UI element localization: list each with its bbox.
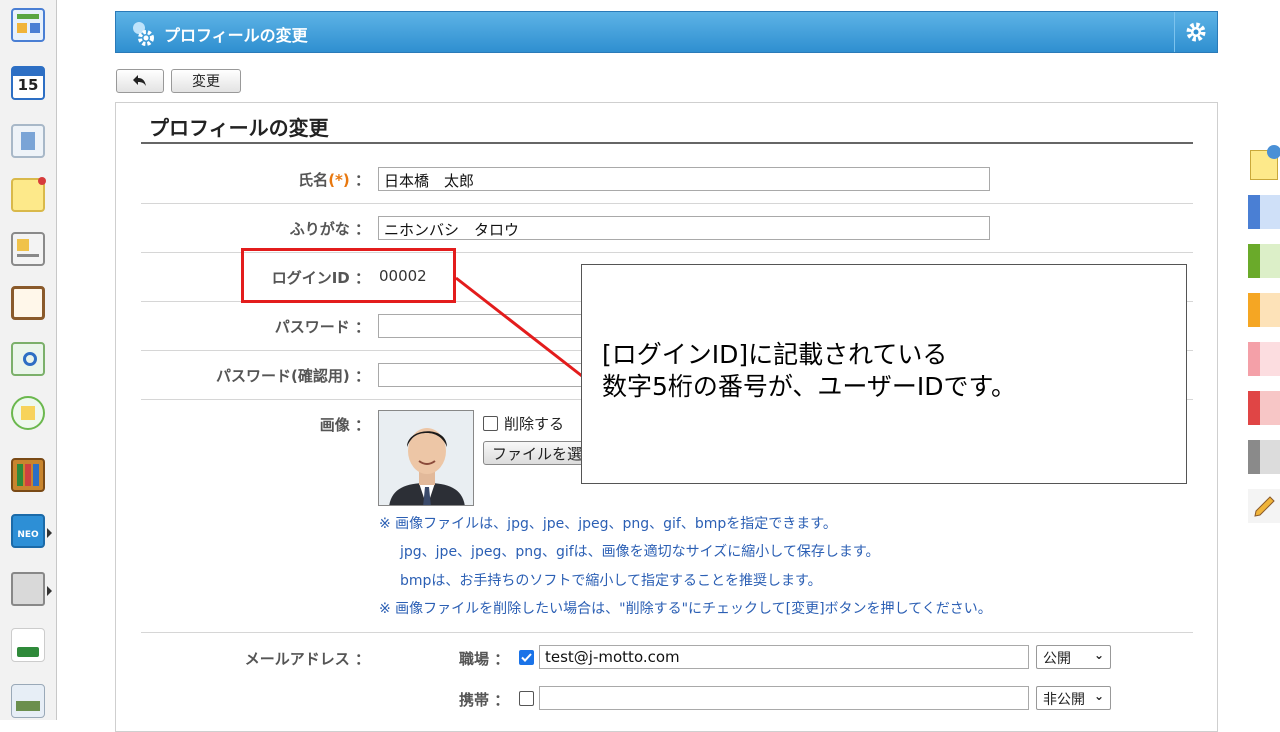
tanomeru-icon[interactable] xyxy=(11,628,45,662)
mobile-email-colon: ： xyxy=(494,691,510,709)
image-label: 画像 ： xyxy=(150,414,370,435)
email-label-text: メールアドレス xyxy=(244,650,350,668)
color-swatch-gray[interactable] xyxy=(1248,440,1280,474)
clipboard-icon[interactable] xyxy=(11,286,45,320)
color-swatch-green[interactable] xyxy=(1248,244,1280,278)
mobile-email-input[interactable] xyxy=(539,686,1029,710)
work-email-label: 職場 ： xyxy=(459,648,509,669)
title-divider xyxy=(141,142,1193,144)
furigana-colon: ： xyxy=(354,220,370,238)
bulletin-icon[interactable] xyxy=(11,232,45,266)
neo-label: NEO xyxy=(17,530,39,540)
app-sidebar: 15 NEO xyxy=(0,0,57,720)
email-label: メールアドレス ： xyxy=(150,648,370,669)
required-mark: (*) xyxy=(328,171,350,189)
delete-image-label: 削除する xyxy=(504,415,565,433)
chevron-down-icon: ⌄ xyxy=(1093,689,1104,703)
name-label-text: 氏名 xyxy=(298,171,329,189)
image-colon: ： xyxy=(354,416,370,434)
name-input[interactable]: 日本橋 太郎 xyxy=(378,167,990,191)
survey-icon[interactable] xyxy=(11,342,45,376)
name-label: 氏名(*) ： xyxy=(150,169,370,190)
neo-icon[interactable]: NEO xyxy=(11,514,52,548)
work-email-visibility-value: 公開 xyxy=(1043,651,1071,667)
portal-icon[interactable] xyxy=(11,8,45,42)
mobile-email-visibility-select[interactable]: 非公開 ⌄ xyxy=(1036,686,1111,710)
work-email-visibility-select[interactable]: 公開 ⌄ xyxy=(1036,645,1111,669)
mobile-email-checkbox[interactable] xyxy=(519,691,534,706)
password-label: パスワード ： xyxy=(150,316,370,337)
password-confirm-colon: ： xyxy=(354,367,370,385)
work-email-checkbox[interactable] xyxy=(519,650,534,665)
workflow-icon[interactable] xyxy=(11,396,45,430)
color-swatch-orange[interactable] xyxy=(1248,293,1280,327)
callout-line-2: 数字5桁の番号が、ユーザーIDです。 xyxy=(602,372,1017,401)
callout-text: [ログインID]に記載されている 数字5桁の番号が、ユーザーIDです。 xyxy=(602,339,1016,403)
header-title: プロフィールの変更 xyxy=(164,26,308,45)
news-icon[interactable] xyxy=(11,684,45,718)
right-palette xyxy=(1240,0,1280,720)
furigana-label-text: ふりがな xyxy=(289,220,350,238)
image-note: jpg、jpe、jpeg、png、gifは、画像を適切なサイズに縮小して保存しま… xyxy=(400,544,880,560)
mobile-email-label: 携帯 ： xyxy=(459,689,509,710)
email-colon: ： xyxy=(354,650,370,668)
row-divider xyxy=(141,632,1193,633)
pencil-icon[interactable] xyxy=(1248,489,1280,523)
calendar-day: 15 xyxy=(17,76,39,94)
delete-image-checkbox[interactable] xyxy=(483,416,498,431)
page-header: プロフィールの変更 xyxy=(115,11,1218,53)
profile-photo xyxy=(378,410,474,506)
back-button[interactable] xyxy=(116,69,164,93)
mobile-email-label-text: 携帯 xyxy=(459,691,490,709)
password-confirm-label: パスワード(確認用) ： xyxy=(150,365,370,386)
calendar-icon[interactable]: 15 xyxy=(11,66,45,100)
password-label-text: パスワード xyxy=(274,318,350,336)
furigana-input[interactable]: ニホンバシ タロウ xyxy=(378,216,990,240)
work-email-colon: ： xyxy=(494,650,510,668)
facility-icon[interactable] xyxy=(11,124,45,158)
section-title: プロフィールの変更 xyxy=(149,116,329,140)
profile-settings-icon xyxy=(130,20,156,46)
image-note: bmpは、お手持ちのソフトで縮小して指定することを推奨します。 xyxy=(400,573,822,589)
mobile-email-visibility-value: 非公開 xyxy=(1043,692,1085,708)
callout-line-1: [ログインID]に記載されている xyxy=(602,340,948,369)
image-note: ※ 画像ファイルは、jpg、jpe、jpeg、png、gif、bmpを指定できま… xyxy=(379,516,837,532)
login-id-highlight xyxy=(241,248,456,303)
name-colon: ： xyxy=(354,171,370,189)
color-swatch-pink[interactable] xyxy=(1248,342,1280,376)
memo-note-icon[interactable] xyxy=(1250,145,1280,180)
password-colon: ： xyxy=(354,318,370,336)
change-button[interactable]: 変更 xyxy=(171,69,241,93)
folder-icon[interactable] xyxy=(11,572,52,606)
color-swatch-red[interactable] xyxy=(1248,391,1280,425)
image-note: ※ 画像ファイルを削除したい場合は、"削除する"にチェックして[変更]ボタンを押… xyxy=(379,601,992,617)
callout-box: [ログインID]に記載されている 数字5桁の番号が、ユーザーIDです。 xyxy=(581,264,1187,484)
memo-icon[interactable] xyxy=(11,177,46,212)
gear-icon[interactable] xyxy=(1174,12,1217,52)
color-swatch-blue[interactable] xyxy=(1248,195,1280,229)
cabinet-icon[interactable] xyxy=(11,458,45,492)
image-label-text: 画像 xyxy=(319,416,350,434)
furigana-label: ふりがな ： xyxy=(150,218,370,239)
work-email-input[interactable]: test@j-motto.com xyxy=(539,645,1029,669)
back-arrow-icon xyxy=(132,74,148,88)
password-confirm-label-text: パスワード(確認用) xyxy=(216,367,350,385)
row-divider xyxy=(141,203,1193,204)
work-email-label-text: 職場 xyxy=(459,650,490,668)
chevron-down-icon: ⌄ xyxy=(1093,648,1104,662)
